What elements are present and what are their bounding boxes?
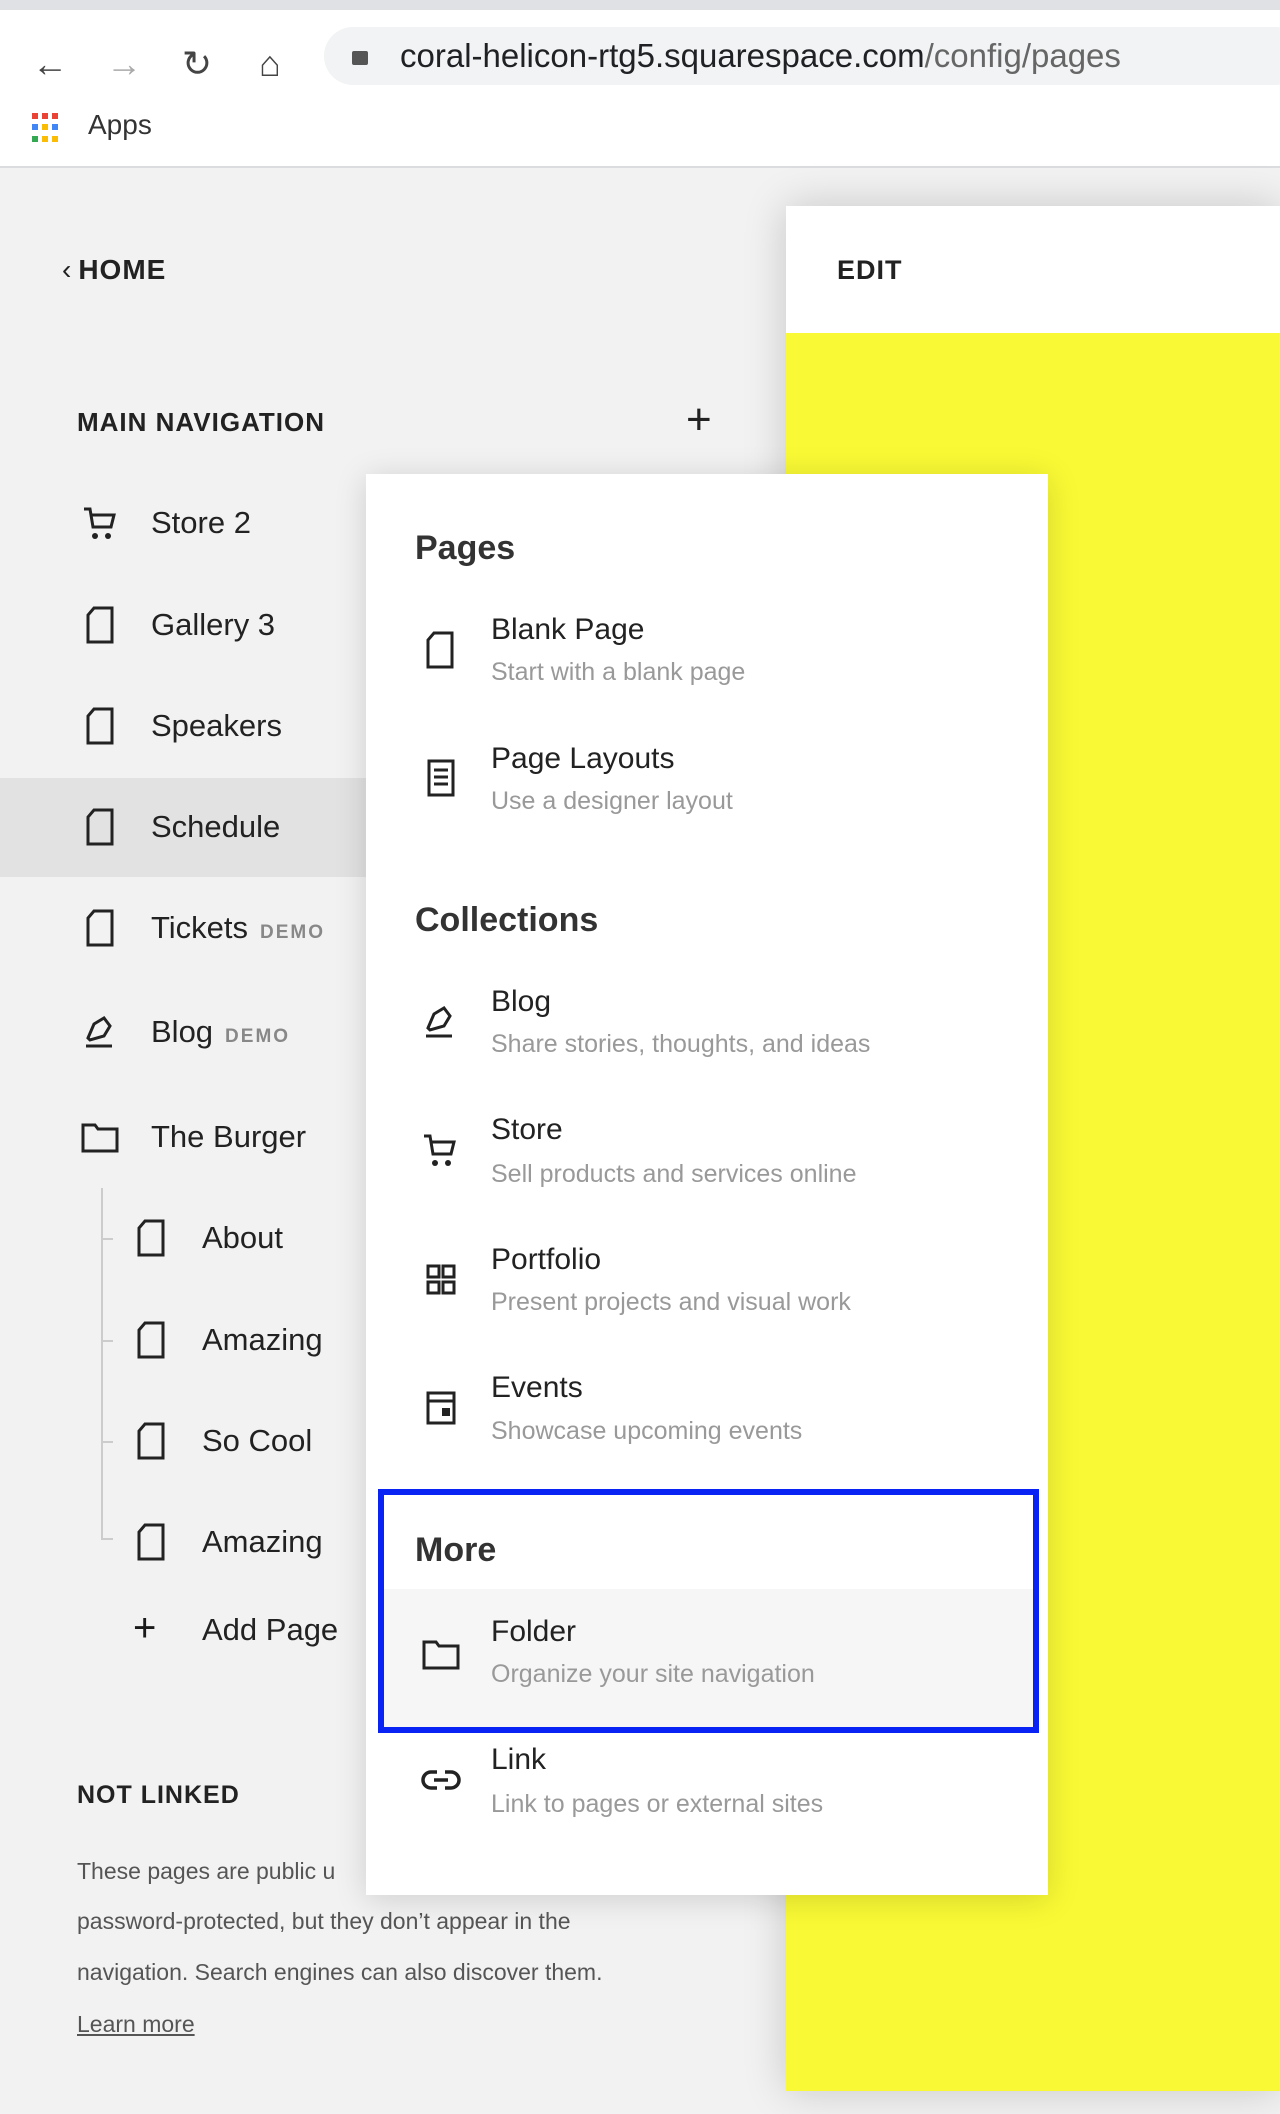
page-icon <box>426 631 454 669</box>
bookmark-apps[interactable]: Apps <box>88 105 152 145</box>
folder-icon <box>422 1640 460 1670</box>
not-linked-text-line: navigation. Search engines can also disc… <box>77 1959 603 1985</box>
not-linked-heading: NOT LINKED <box>77 1781 240 1809</box>
add-page-label: Add Page <box>202 1612 339 1647</box>
tree-line <box>101 1188 103 1538</box>
nav-item-label: Gallery 3 <box>151 607 276 642</box>
cart-icon <box>424 1134 456 1166</box>
section-heading-more: More <box>415 1531 497 1569</box>
forward-icon[interactable]: → <box>104 44 144 84</box>
back-home-link[interactable]: ‹ HOME <box>62 250 166 290</box>
chevron-left-icon: ‹ <box>62 254 73 285</box>
section-heading-collections: Collections <box>415 901 599 939</box>
menu-item-title: Link <box>491 1743 547 1776</box>
menu-item-title: Store <box>491 1113 563 1146</box>
cart-icon <box>84 507 116 539</box>
url-text: coral-helicon-rtg5.squarespace.com/confi… <box>400 36 1121 76</box>
section-heading-pages: Pages <box>415 529 516 567</box>
lock-icon <box>352 43 368 65</box>
nav-item-label: About <box>202 1220 284 1255</box>
learn-more-link[interactable]: Learn more <box>77 2004 195 2044</box>
grid-icon <box>426 1264 456 1295</box>
menu-item-desc: Sell products and services online <box>491 1160 857 1188</box>
calendar-icon <box>426 1391 456 1425</box>
page-icon <box>137 1523 165 1561</box>
nav-item-label: Blog <box>151 1014 214 1049</box>
not-linked-text-line: password-protected, but they don’t appea… <box>77 1908 571 1934</box>
plus-icon: + <box>133 1606 157 1650</box>
folder-icon <box>81 1123 119 1153</box>
nav-item-label: Schedule <box>151 809 281 844</box>
edit-button[interactable]: EDIT <box>837 250 903 290</box>
not-linked-text-line: These pages are public u <box>77 1858 336 1884</box>
page-icon <box>137 1219 165 1257</box>
add-page-plus-icon[interactable]: + <box>686 398 712 442</box>
browser-toolbar: ← → ↻ ⌂ coral-helicon-rtg5.squarespace.c… <box>0 10 1280 168</box>
page-icon <box>137 1422 165 1460</box>
menu-item-desc: Start with a blank page <box>491 658 746 686</box>
menu-item-desc: Organize your site navigation <box>491 1660 815 1688</box>
menu-item-desc: Present projects and visual work <box>491 1288 851 1316</box>
edit-header: EDIT <box>786 206 1280 333</box>
address-bar[interactable]: coral-helicon-rtg5.squarespace.com/confi… <box>324 27 1280 85</box>
add-page-menu: Pages Blank Page Start with a blank page… <box>366 474 1048 1895</box>
menu-item-title: Events <box>491 1371 583 1404</box>
home-label: HOME <box>78 254 167 285</box>
menu-item-title: Blank Page <box>491 613 645 646</box>
nav-item-label: Amazing <box>202 1524 323 1559</box>
url-host: coral-helicon-rtg5.squarespace.com <box>400 37 925 74</box>
page-icon <box>86 808 114 846</box>
layout-icon <box>427 759 455 797</box>
link-icon <box>421 1770 461 1790</box>
nav-item-label: So Cool <box>202 1423 313 1458</box>
menu-item-title: Portfolio <box>491 1243 602 1276</box>
menu-item-desc: Link to pages or external sites <box>491 1790 824 1818</box>
demo-badge: DEMO <box>225 1026 291 1047</box>
nav-item-label: Store 2 <box>151 505 251 540</box>
page-icon <box>86 909 114 947</box>
menu-item-title: Page Layouts <box>491 742 675 775</box>
menu-item-desc: Showcase upcoming events <box>491 1417 803 1445</box>
back-icon[interactable]: ← <box>30 44 70 84</box>
page-icon <box>137 1321 165 1359</box>
menu-item-title: Folder <box>491 1615 577 1648</box>
page-icon <box>86 606 114 644</box>
nav-item-label: The Burger <box>151 1119 307 1154</box>
url-path: /config/pages <box>924 37 1121 74</box>
nav-item-label: Amazing <box>202 1322 323 1357</box>
menu-item-title: Blog <box>491 985 552 1018</box>
nav-item-label: Tickets <box>151 910 249 945</box>
highlight-box <box>378 1489 1039 1733</box>
menu-item-desc: Use a designer layout <box>491 787 733 815</box>
reload-icon[interactable]: ↻ <box>177 44 217 84</box>
blog-icon <box>426 1006 452 1038</box>
nav-item-label: Speakers <box>151 708 282 743</box>
demo-badge: DEMO <box>260 922 326 943</box>
main-nav-heading: MAIN NAVIGATION <box>77 407 326 437</box>
menu-item-desc: Share stories, thoughts, and ideas <box>491 1030 871 1058</box>
blog-icon <box>86 1016 112 1048</box>
home-icon[interactable]: ⌂ <box>250 44 290 84</box>
tab-strip <box>0 0 1280 10</box>
apps-icon[interactable] <box>32 113 62 143</box>
page-icon <box>86 707 114 745</box>
